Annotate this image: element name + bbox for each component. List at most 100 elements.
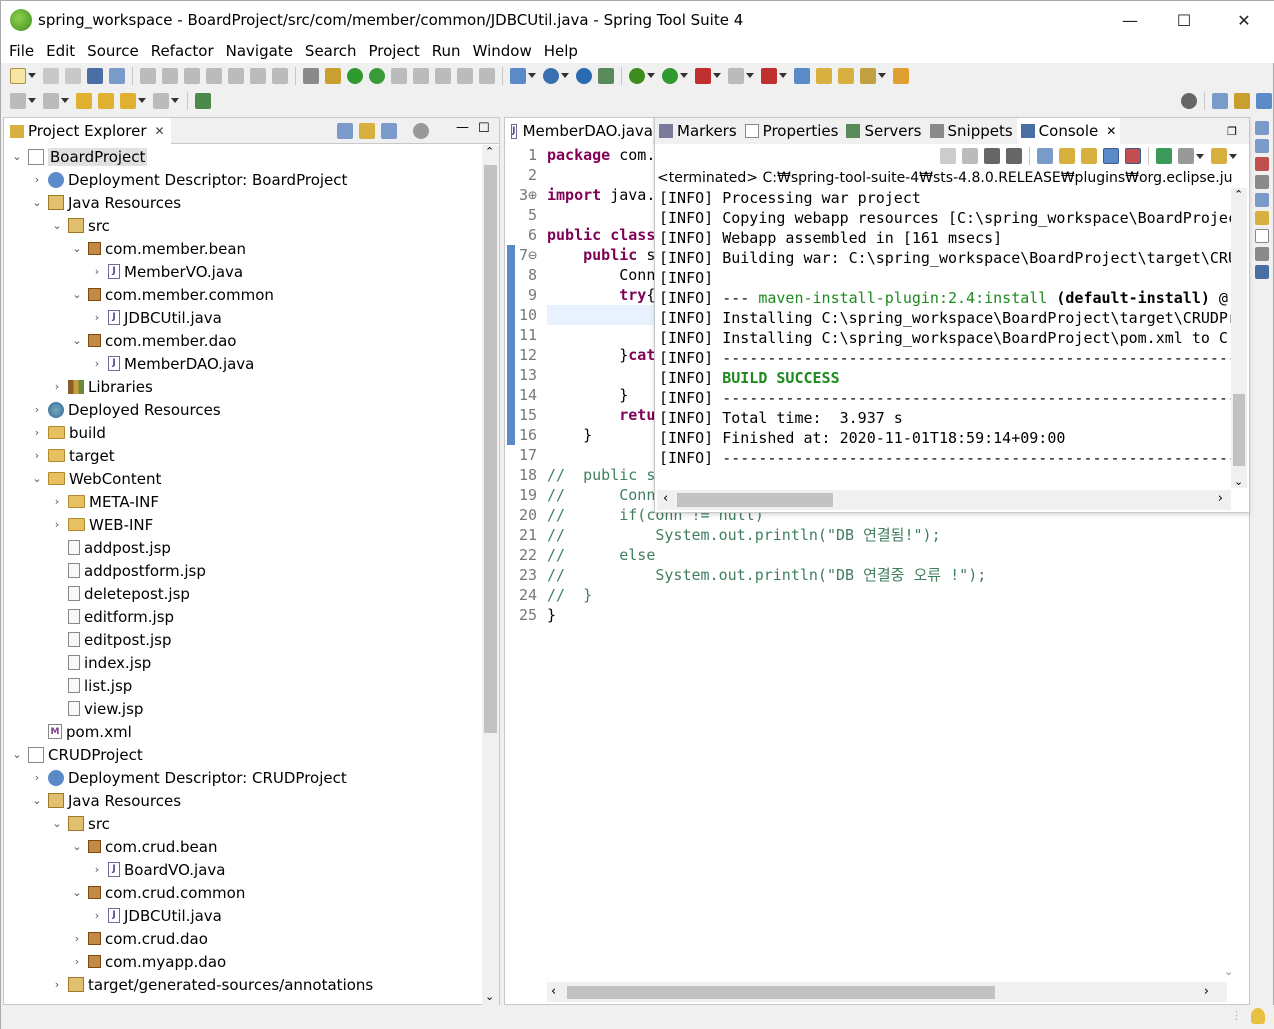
scroll-up-icon[interactable]: ⌃ xyxy=(485,145,494,158)
block-selection-icon[interactable] xyxy=(457,67,473,84)
boot-dashboard-icon[interactable] xyxy=(347,67,363,84)
scroll-right-icon[interactable]: › xyxy=(1218,491,1223,506)
spring-perspective-icon[interactable] xyxy=(1256,92,1272,109)
maximize-view-icon[interactable]: ☐ xyxy=(478,121,490,136)
dropdown-icon[interactable] xyxy=(561,73,569,78)
console-horizontal-scrollbar[interactable]: ‹ › xyxy=(657,490,1231,510)
step-into-icon[interactable] xyxy=(228,67,244,84)
scroll-down-icon[interactable]: ⌄ xyxy=(1224,965,1233,978)
collapsed-twisty-icon[interactable]: › xyxy=(50,495,64,508)
tree-item[interactable]: ⌄ Java Resources xyxy=(4,191,181,214)
show-on-stderr-icon[interactable] xyxy=(1125,148,1141,164)
tab-console[interactable]: Console ✕ xyxy=(1016,118,1121,144)
save-icon[interactable] xyxy=(43,67,59,84)
view-menu-icon[interactable] xyxy=(413,123,429,139)
tree-item[interactable]: ⌄ com.crud.common xyxy=(4,881,245,904)
tab-memberdao-java[interactable]: J MemberDAO.java xyxy=(505,118,653,144)
scroll-left-icon[interactable]: ‹ xyxy=(663,491,668,506)
tree-item[interactable]: › Deployment Descriptor: BoardProject xyxy=(4,168,348,191)
collapsed-twisty-icon[interactable]: › xyxy=(90,357,104,370)
save-all-icon[interactable] xyxy=(65,67,81,84)
open-console-icon[interactable] xyxy=(1211,148,1227,164)
suspend-icon[interactable] xyxy=(162,67,178,84)
dropdown-icon[interactable] xyxy=(746,73,754,78)
dropdown-icon[interactable] xyxy=(61,98,69,103)
expanded-twisty-icon[interactable]: ⌄ xyxy=(50,817,64,830)
remove-all-terminated-icon[interactable] xyxy=(1006,148,1022,164)
scrollbar-thumb[interactable] xyxy=(1233,394,1245,466)
forward-arrow-icon[interactable] xyxy=(153,92,169,109)
tree-item[interactable]: index.jsp xyxy=(4,651,151,674)
close-button[interactable]: ✕ xyxy=(1217,1,1271,39)
tab-servers[interactable]: Servers xyxy=(842,118,925,144)
scroll-lock-icon[interactable] xyxy=(1059,148,1075,164)
last-edit-forward-icon[interactable] xyxy=(98,92,114,109)
toggle-block-icon[interactable] xyxy=(303,67,319,84)
tree-item[interactable]: › WEB-INF xyxy=(4,513,154,536)
skip-breakpoints-icon[interactable] xyxy=(325,67,341,84)
tree-item[interactable]: editform.jsp xyxy=(4,605,174,628)
dropdown-icon[interactable] xyxy=(28,98,36,103)
collapsed-twisty-icon[interactable]: › xyxy=(50,518,64,531)
remove-terminated-icon[interactable] xyxy=(984,148,1000,164)
step-over-icon[interactable] xyxy=(250,67,266,84)
terminate-icon[interactable] xyxy=(184,67,200,84)
tree-item[interactable]: ⌄ com.member.common xyxy=(4,283,274,306)
expanded-twisty-icon[interactable]: ⌄ xyxy=(70,840,84,853)
globe-icon[interactable] xyxy=(576,67,592,84)
remove-launch-icon[interactable] xyxy=(940,148,956,164)
tree-item[interactable]: addpost.jsp xyxy=(4,536,171,559)
tree-item[interactable]: › J BoardVO.java xyxy=(4,858,226,881)
new-icon[interactable] xyxy=(10,67,26,84)
dropdown-icon[interactable] xyxy=(1196,153,1204,159)
outline-icon[interactable] xyxy=(1255,121,1269,135)
pin-console-icon[interactable] xyxy=(1156,148,1172,164)
tab-markers[interactable]: Markers xyxy=(655,118,741,144)
collapsed-twisty-icon[interactable]: › xyxy=(70,932,84,945)
new-dropdown-icon[interactable] xyxy=(28,73,36,78)
restore-icon[interactable] xyxy=(1255,175,1269,189)
editor-horizontal-scrollbar[interactable]: ‹ › xyxy=(547,982,1227,1002)
tree-item[interactable]: › J MemberDAO.java xyxy=(4,352,255,375)
tree-item[interactable]: ⌄ src xyxy=(4,812,110,835)
scroll-up-icon[interactable]: ⌃ xyxy=(1234,188,1243,201)
tree-item[interactable]: › J JDBCUtil.java xyxy=(4,904,222,927)
pin-editor-icon[interactable] xyxy=(195,92,211,109)
spring-symbols-icon[interactable] xyxy=(1255,157,1269,171)
dropdown-icon[interactable] xyxy=(713,73,721,78)
tree-item[interactable]: › J MemberVO.java xyxy=(4,260,243,283)
tree-item[interactable]: › Libraries xyxy=(4,375,153,398)
tree-item[interactable]: deletepost.jsp xyxy=(4,582,190,605)
tree-item[interactable]: view.jsp xyxy=(4,697,143,720)
expanded-twisty-icon[interactable]: ⌄ xyxy=(10,150,24,163)
collapsed-twisty-icon[interactable]: › xyxy=(30,403,44,416)
scroll-down-icon[interactable]: ⌄ xyxy=(485,990,494,1003)
close-tab-icon[interactable]: ✕ xyxy=(155,124,165,138)
open-folder-icon[interactable] xyxy=(816,67,832,84)
back-arrow-icon[interactable] xyxy=(120,92,136,109)
tree-item[interactable]: editpost.jsp xyxy=(4,628,171,651)
menu-run[interactable]: Run xyxy=(426,42,467,60)
menu-navigate[interactable]: Navigate xyxy=(220,42,299,60)
expanded-twisty-icon[interactable]: ⌄ xyxy=(50,219,64,232)
clear-console-icon[interactable] xyxy=(1037,148,1053,164)
tab-project-explorer[interactable]: Project Explorer ✕ xyxy=(4,118,171,144)
wand-icon[interactable] xyxy=(860,67,876,84)
link-with-editor-icon[interactable] xyxy=(359,123,375,139)
tree-item[interactable]: › build xyxy=(4,421,106,444)
mark-occurrences-icon[interactable] xyxy=(413,67,429,84)
tree-item[interactable]: › Deployed Resources xyxy=(4,398,221,421)
tree-item[interactable]: › com.myapp.dao xyxy=(4,950,226,973)
expanded-twisty-icon[interactable]: ⌄ xyxy=(30,196,44,209)
collapsed-twisty-icon[interactable]: › xyxy=(90,311,104,324)
scroll-down-icon[interactable]: ⌄ xyxy=(1234,475,1243,488)
collapsed-twisty-icon[interactable]: › xyxy=(90,863,104,876)
filter-icon[interactable] xyxy=(381,123,397,139)
dropdown-icon[interactable] xyxy=(528,73,536,78)
scroll-left-icon[interactable]: ‹ xyxy=(551,984,556,999)
folder-arrow-icon[interactable] xyxy=(893,67,909,84)
tree-item[interactable]: ⌄ WebContent xyxy=(4,467,161,490)
scrollbar-thumb[interactable] xyxy=(484,165,497,733)
expanded-twisty-icon[interactable]: ⌄ xyxy=(30,794,44,807)
menu-search[interactable]: Search xyxy=(299,42,363,60)
